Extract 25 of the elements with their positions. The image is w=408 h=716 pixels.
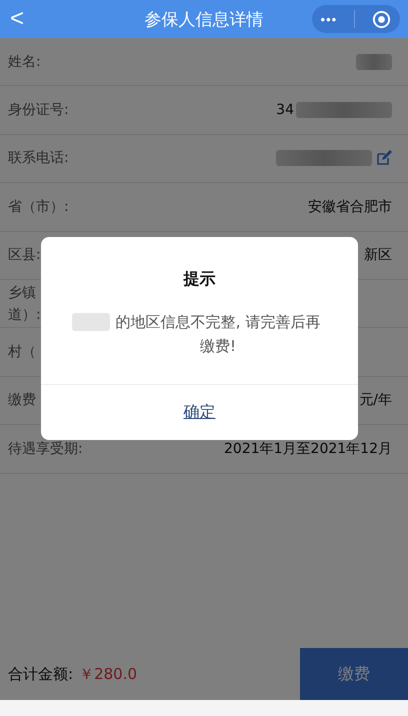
field-label: 省（市）:	[8, 198, 69, 217]
edit-icon[interactable]	[376, 150, 392, 166]
field-value: 2021年1月至2021年12月	[224, 440, 392, 458]
back-button[interactable]: <	[0, 5, 34, 33]
field-value: 新区	[364, 246, 392, 264]
field-label: 乡镇 道）:	[8, 284, 41, 325]
total-amount: ￥280.0	[79, 664, 138, 684]
field-value: 元/年	[359, 391, 392, 410]
field-label: 村（	[8, 343, 36, 362]
page-title: 参保人信息详情	[144, 8, 264, 30]
field-label: 缴费	[8, 391, 36, 410]
field-label: 姓名:	[8, 52, 41, 72]
field-value: 安徽省合肥市	[308, 198, 392, 216]
field-label: 身份证号:	[8, 101, 69, 120]
field-label: 待遇享受期:	[8, 440, 83, 459]
field-label: 联系电话:	[8, 149, 69, 168]
confirm-button[interactable]: 确定	[41, 385, 358, 440]
pay-button[interactable]: 缴费	[300, 648, 408, 700]
more-button[interactable]: •••	[320, 12, 338, 26]
total-label: 合计金额:	[8, 664, 74, 684]
dialog-title: 提示	[184, 269, 216, 290]
dialog-message: 的地区信息不完整, 请完善后再缴费!	[114, 312, 322, 357]
field-label: 区县:	[8, 246, 41, 266]
field-value: 34	[276, 102, 294, 118]
close-icon[interactable]	[372, 10, 392, 28]
